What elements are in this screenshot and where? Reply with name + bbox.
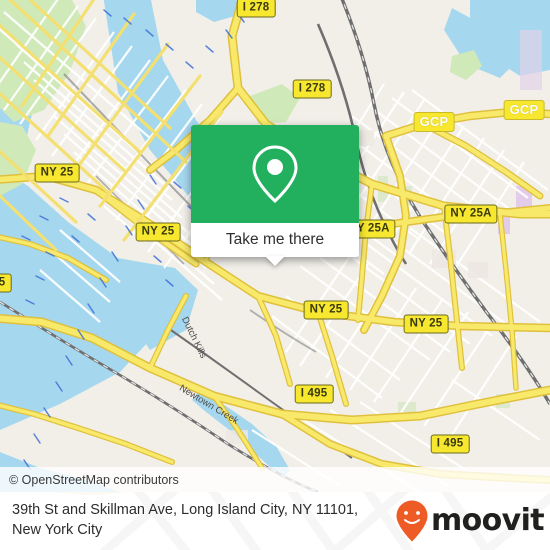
card-pointer-tail bbox=[265, 256, 285, 266]
road-shield-ny25-center: NY 25 bbox=[303, 300, 349, 320]
place-card-action[interactable]: Take me there bbox=[191, 223, 359, 266]
map-pin-icon bbox=[252, 145, 298, 204]
moovit-map-screenshot: I 278 I 278 GCP GCP NY 25 NY 25 NY 25A N… bbox=[0, 0, 550, 550]
attribution-text[interactable]: © OpenStreetMap contributors bbox=[0, 473, 179, 487]
road-shield-ny25-west: NY 25 bbox=[135, 222, 181, 242]
place-callout-card[interactable]: Take me there bbox=[191, 125, 359, 266]
footer-content: 39th St and Skillman Ave, Long Island Ci… bbox=[0, 492, 550, 550]
road-shield-ny25-east: NY 25 bbox=[403, 314, 449, 334]
take-me-there-label: Take me there bbox=[225, 231, 325, 248]
road-shield-edge-partial: 5 bbox=[0, 273, 12, 293]
place-card-header bbox=[191, 125, 359, 223]
road-shield-gcp-east: GCP bbox=[503, 100, 545, 120]
road-shield-i495-west: I 495 bbox=[294, 384, 334, 404]
moovit-brand[interactable]: moovit bbox=[395, 499, 545, 543]
map-canvas[interactable]: I 278 I 278 GCP GCP NY 25 NY 25 NY 25A N… bbox=[0, 0, 550, 492]
address-line-2: New York City bbox=[12, 522, 103, 538]
road-shield-ny25a-east: NY 25A bbox=[444, 204, 498, 224]
road-shield-i278-east: I 278 bbox=[292, 79, 332, 99]
footer-bar: 39th St and Skillman Ave, Long Island Ci… bbox=[0, 492, 550, 550]
road-shield-i495-east: I 495 bbox=[430, 434, 470, 454]
map-attribution-bar: © OpenStreetMap contributors bbox=[0, 467, 550, 492]
road-shield-i278-north: I 278 bbox=[236, 0, 276, 18]
road-shield-ny25-manhattan: NY 25 bbox=[34, 163, 80, 183]
address-text: 39th St and Skillman Ave, Long Island Ci… bbox=[12, 501, 358, 540]
moovit-wordmark: moovit bbox=[430, 503, 545, 538]
address-line-1: 39th St and Skillman Ave, Long Island Ci… bbox=[12, 502, 359, 519]
moovit-pin-icon bbox=[396, 500, 428, 542]
road-shield-gcp-west: GCP bbox=[413, 112, 455, 132]
